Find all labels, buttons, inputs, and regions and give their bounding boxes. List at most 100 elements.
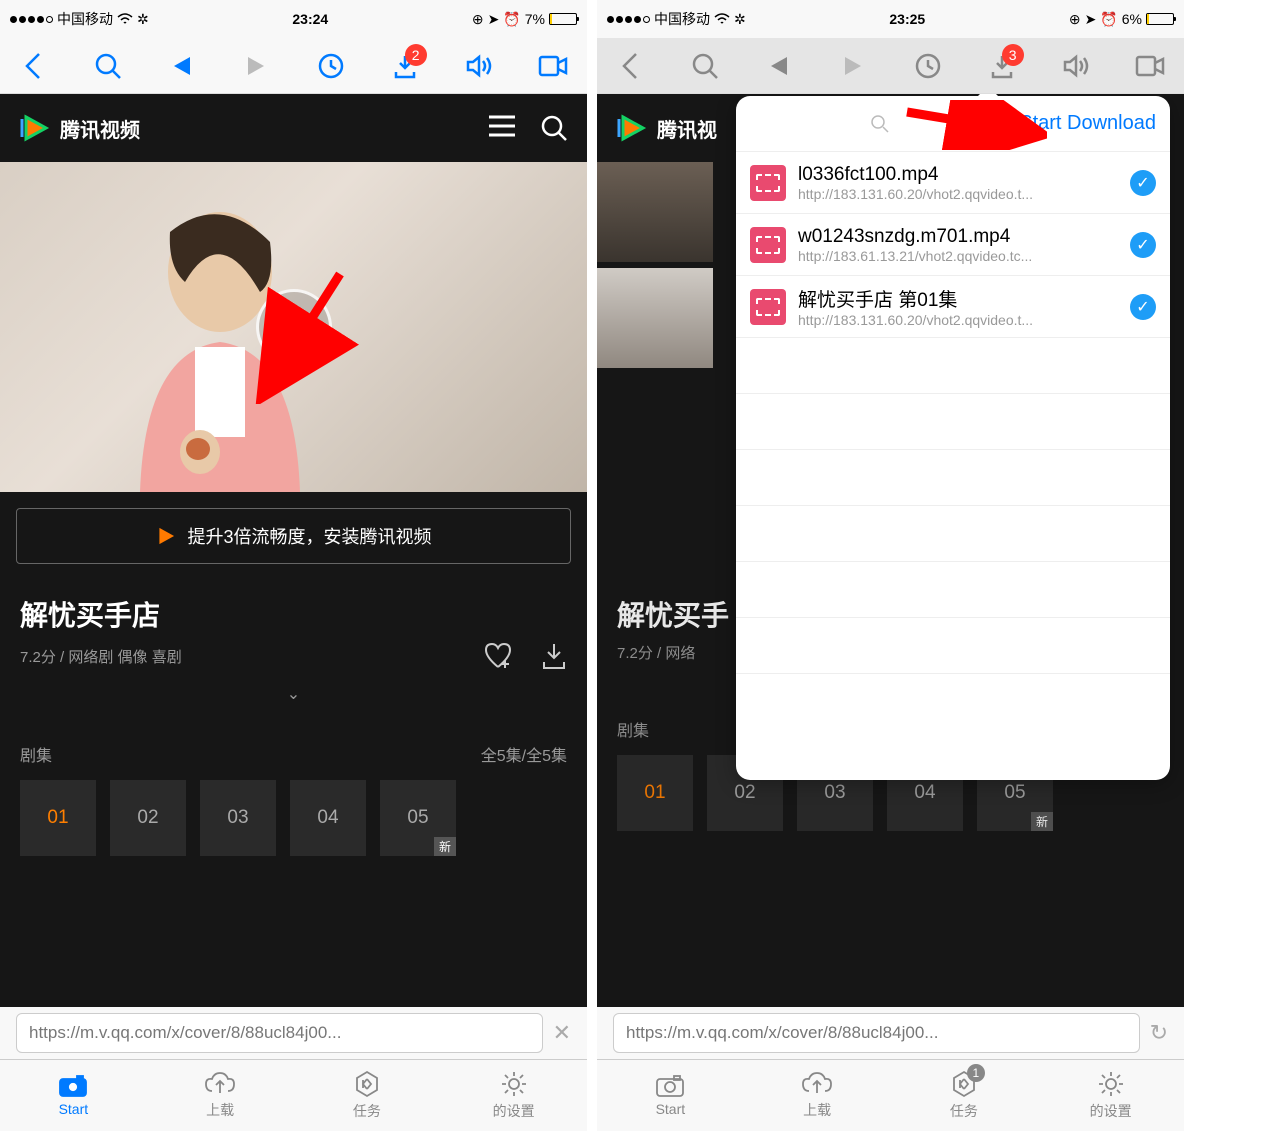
clear-url-button[interactable]: ✕ [553,1020,571,1046]
tasks-badge: 1 [967,1064,985,1082]
episode-item[interactable]: 05新 [380,780,456,856]
start-download-button[interactable]: Start Download [1019,112,1156,135]
promo-text: 提升3倍流畅度，安装腾讯视频 [187,523,431,549]
status-time: 23:25 [889,11,925,27]
web-view[interactable]: 腾讯视频 提升3倍流畅度，安装腾讯视频 [0,94,587,1007]
carrier-label: 中国移动 [654,9,710,29]
search-icon[interactable] [541,115,567,141]
downloads-badge: 2 [405,44,427,66]
menu-icon[interactable] [489,115,515,137]
back-button[interactable] [615,50,647,82]
download-url: http://183.61.13.21/vhot2.qqvideo.tc... [798,248,1118,264]
tencent-video-logo-icon [20,113,50,143]
video-file-icon [750,165,786,201]
back-button[interactable] [18,50,50,82]
camera-button[interactable] [537,50,569,82]
video-file-icon [750,227,786,263]
play-overlay-button[interactable] [256,289,332,365]
loading-icon: ✲ [734,11,746,28]
popup-search[interactable] [750,106,1009,142]
camera-button[interactable] [1134,50,1166,82]
battery-percent: 7% [525,11,545,27]
episode-item[interactable]: 04 [290,780,366,856]
app-toolbar: 2 [0,38,587,94]
episodes-label: 剧集 [20,742,52,766]
tab-tasks[interactable]: 任务 [294,1060,441,1131]
downloads-button[interactable]: 3 [986,50,1018,82]
web-view[interactable]: 腾讯视 解忧买手 7.2分 / 网络 剧集 01 02 03 04 05新 St… [597,94,1184,1007]
download-item-empty [736,562,1170,618]
alarm-icon: ⏰ [503,11,520,28]
reload-button[interactable]: ↻ [1150,1020,1168,1046]
lock-icon: ⊕ [472,11,484,28]
lock-icon: ⊕ [1069,11,1081,28]
url-bar: https://m.v.qq.com/x/cover/8/88ucl84j00.… [597,1007,1184,1059]
sound-button[interactable] [463,50,495,82]
site-header: 腾讯视频 [0,94,587,162]
video-thumbnail[interactable] [0,162,587,492]
download-list: l0336fct100.mp4http://183.131.60.20/vhot… [736,152,1170,780]
tab-settings[interactable]: 的设置 [440,1060,587,1131]
tab-start[interactable]: Start [597,1060,744,1131]
history-button[interactable] [315,50,347,82]
signal-icon [10,16,53,23]
status-time: 23:24 [292,11,328,27]
tab-start[interactable]: Start [0,1060,147,1131]
download-url: http://183.131.60.20/vhot2.qqvideo.t... [798,186,1118,202]
download-name: 解忧买手店 第01集 [798,285,1118,312]
download-item-empty [736,450,1170,506]
thumb-image [597,268,713,368]
tab-tasks[interactable]: 1任务 [891,1060,1038,1131]
download-item[interactable]: l0336fct100.mp4http://183.131.60.20/vhot… [736,152,1170,214]
battery-percent: 6% [1122,11,1142,27]
tab-upload[interactable]: 上载 [147,1060,294,1131]
expand-button[interactable]: ⌄ [20,670,567,718]
tencent-video-logo-icon [155,525,177,547]
tab-settings[interactable]: 的设置 [1037,1060,1184,1131]
episode-item[interactable]: 01 [20,780,96,856]
video-file-icon [750,289,786,325]
like-icon[interactable] [483,642,513,670]
download-icon[interactable] [541,642,567,670]
checked-icon[interactable]: ✓ [1130,232,1156,258]
status-left: 中国移动 ✲ [10,9,149,29]
download-item-empty [736,394,1170,450]
url-input[interactable]: https://m.v.qq.com/x/cover/8/88ucl84j00.… [16,1013,543,1053]
url-bar: https://m.v.qq.com/x/cover/8/88ucl84j00.… [0,1007,587,1059]
downloads-badge: 3 [1002,44,1024,66]
episodes-count: 全5集/全5集 [481,742,567,766]
tab-upload[interactable]: 上载 [744,1060,891,1131]
checked-icon[interactable]: ✓ [1130,294,1156,320]
play-button[interactable] [240,50,272,82]
video-thumb-column [597,162,713,368]
play-button[interactable] [837,50,869,82]
download-name: w01243snzdg.m701.mp4 [798,226,1118,248]
download-name: l0336fct100.mp4 [798,164,1118,186]
tencent-video-logo-icon [617,113,647,143]
prev-button[interactable] [763,50,795,82]
downloads-button[interactable]: 2 [389,50,421,82]
sound-button[interactable] [1060,50,1092,82]
history-button[interactable] [912,50,944,82]
search-button[interactable] [689,50,721,82]
status-right: ⊕ ➤ ⏰ 7% [472,11,577,28]
episode-item[interactable]: 02 [110,780,186,856]
download-item[interactable]: 解忧买手店 第01集http://183.131.60.20/vhot2.qqv… [736,276,1170,338]
battery-icon [549,13,577,25]
status-left: 中国移动 ✲ [607,9,746,29]
search-button[interactable] [92,50,124,82]
status-bar: 中国移动 ✲ 23:25 ⊕ ➤ ⏰ 6% [597,0,1184,38]
site-title: 腾讯视频 [60,114,140,143]
show-meta: 7.2分 / 网络剧 偶像 喜剧 [20,646,182,667]
left-screen: 中国移动 ✲ 23:24 ⊕ ➤ ⏰ 7% 2 腾讯视频 [0,0,587,1131]
prev-button[interactable] [166,50,198,82]
install-promo-banner[interactable]: 提升3倍流畅度，安装腾讯视频 [16,508,571,564]
url-input[interactable]: https://m.v.qq.com/x/cover/8/88ucl84j00.… [613,1013,1140,1053]
episode-item[interactable]: 03 [200,780,276,856]
new-badge: 新 [1031,812,1053,831]
episode-item[interactable]: 01 [617,755,693,831]
app-toolbar: 3 [597,38,1184,94]
download-item-empty [736,506,1170,562]
download-item[interactable]: w01243snzdg.m701.mp4http://183.61.13.21/… [736,214,1170,276]
checked-icon[interactable]: ✓ [1130,170,1156,196]
